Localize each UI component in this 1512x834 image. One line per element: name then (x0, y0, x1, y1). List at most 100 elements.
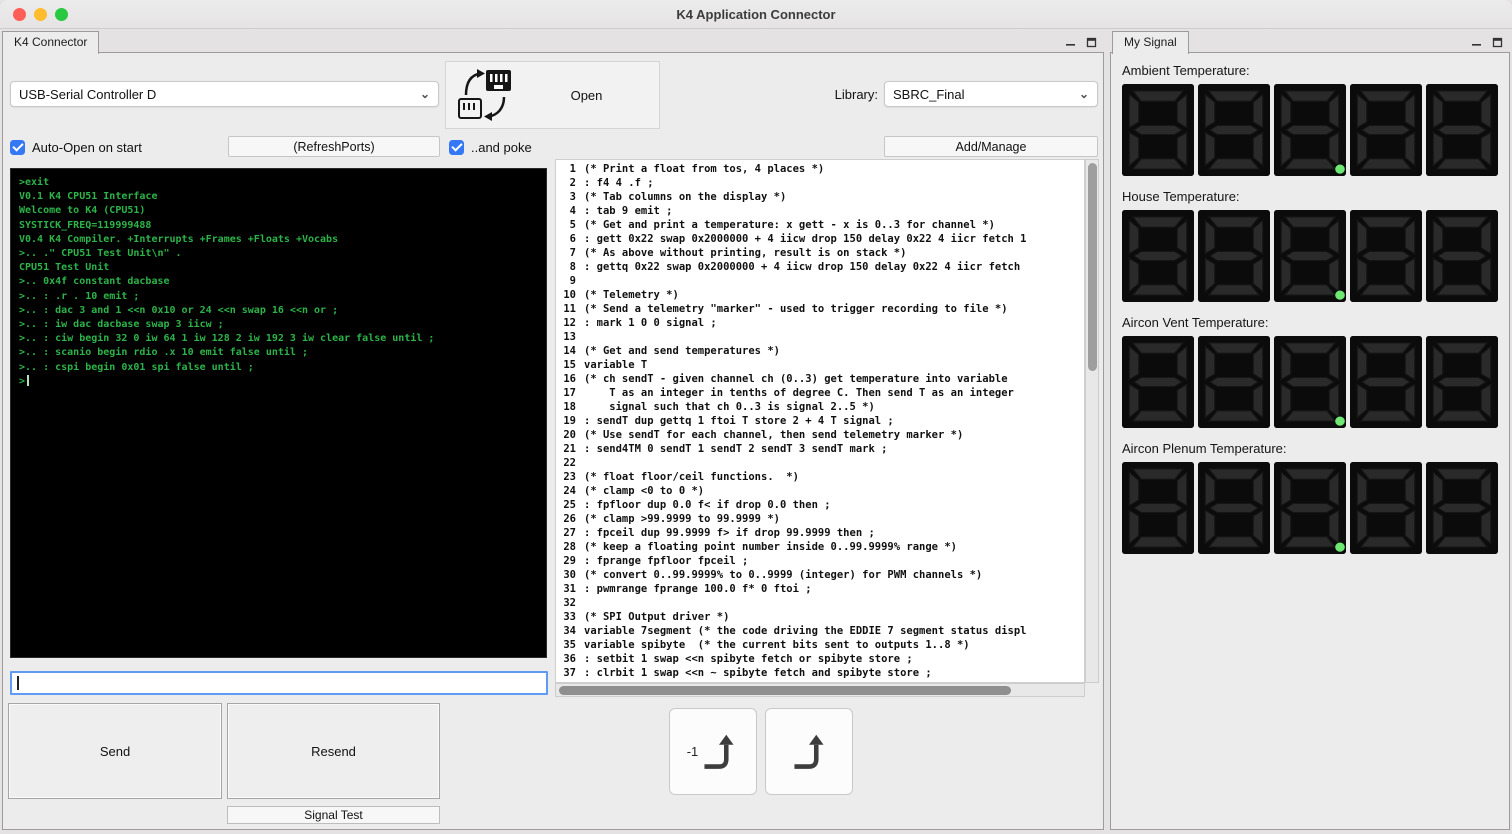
add-manage-button[interactable]: Add/Manage (884, 136, 1098, 157)
terminal-line: SYSTICK_FREQ=119999488 (19, 219, 152, 231)
code-line: 29: fprange fpfloor fpceil ; (556, 554, 1084, 568)
line-number: 16 (563, 373, 576, 385)
code-editor-lines: 1 (* Print a float from tos, 4 places *) 2… (556, 162, 1084, 680)
line-text: (* keep a floating point number inside 0… (584, 541, 957, 553)
line-text: (* ch sendT - given channel ch (0..3) ge… (584, 373, 1008, 385)
line-text: : send4TM 0 sendT 1 sendT 2 sendT 3 send… (584, 443, 888, 455)
line-text: (* Get and send temperatures *) (584, 345, 780, 357)
code-line: 10 (* Telemetry *) (556, 288, 1084, 302)
code-line: 7 (* As above without printing, result is… (556, 246, 1084, 260)
window-title: K4 Application Connector (676, 6, 836, 22)
line-number: 33 (563, 611, 576, 623)
seven-segment-digit (1274, 462, 1346, 554)
line-number: 35 (563, 639, 576, 651)
signal-group: Aircon Plenum Temperature: (1122, 442, 1498, 554)
code-line: 37: clrbit 1 swap <<n ~ spibyte fetch an… (556, 666, 1084, 680)
signal-group-label: House Temperature: (1122, 189, 1240, 204)
code-line: 19: sendT dup gettq 1 ftoi T store 2 + 4… (556, 414, 1084, 428)
panel-minimize-icon[interactable] (1064, 36, 1076, 48)
seven-segment-digit (1274, 210, 1346, 302)
line-text: : pwmrange fprange 100.0 f* 0 ftoi ; (584, 583, 812, 595)
line-number: 10 (563, 289, 576, 301)
terminal-line: >.. : iw dac dacbase swap 3 iicw ; (19, 319, 224, 331)
line-number: 32 (563, 597, 576, 609)
open-button[interactable]: Open (445, 61, 660, 129)
seven-segment-digit (1198, 462, 1270, 554)
line-number: 7 (569, 247, 576, 259)
send-previous-button[interactable]: -1 (669, 708, 757, 795)
zoom-window-button[interactable] (55, 8, 68, 21)
line-text: : f4 4 .f ; (584, 177, 654, 189)
terminal-line: >.. : .r . 10 emit ; (19, 290, 140, 302)
open-button-label: Open (570, 87, 603, 103)
code-line: 14 (* Get and send temperatures *) (556, 344, 1084, 358)
library-select[interactable]: SBRC_Final ⌄ (884, 81, 1098, 107)
panel-maximize-icon[interactable] (1085, 36, 1097, 48)
seven-segment-digit (1426, 336, 1498, 428)
line-text: (* float floor/ceil functions. *) (584, 471, 799, 483)
line-number: 34 (563, 625, 576, 637)
terminal-output[interactable]: >exit V0.1 K4 CPU51 Interface Welcome to K… (10, 168, 547, 658)
seven-segment-digit (1122, 210, 1194, 302)
line-number: 26 (563, 513, 576, 525)
library-label: Library: (834, 87, 878, 102)
send-button[interactable]: Send (8, 703, 222, 799)
titlebar: K4 Application Connector (0, 0, 1512, 29)
editor-horizontal-scrollbar[interactable] (555, 683, 1085, 697)
seven-segment-digit (1198, 336, 1270, 428)
port-select[interactable]: USB-Serial Controller D ⌄ (10, 81, 439, 107)
seven-segment-digit (1122, 462, 1194, 554)
tab-k4-connector[interactable]: K4 Connector (2, 31, 100, 54)
seven-segment-digit (1198, 84, 1270, 176)
line-number: 9 (569, 275, 576, 287)
command-input[interactable] (10, 671, 548, 695)
signal-group: House Temperature: (1122, 190, 1498, 302)
line-text: variable spibyte (* the current bits sen… (584, 639, 970, 651)
signal-test-button[interactable]: Signal Test (227, 806, 440, 824)
and-poke-label: ..and poke (471, 139, 532, 155)
panel-controls (1064, 36, 1097, 48)
code-editor[interactable]: 1 (* Print a float from tos, 4 places *) 2… (555, 159, 1085, 683)
resend-button[interactable]: Resend (227, 703, 440, 799)
refresh-ports-button[interactable]: (RefreshPorts) (228, 136, 440, 157)
terminal-line: >.. : scanio begin rdio .x 10 emit false… (19, 347, 308, 359)
terminal-line: CPU51 Test Unit (19, 262, 110, 274)
editor-vertical-scrollbar[interactable] (1085, 159, 1099, 683)
code-line: 32 (556, 596, 1084, 610)
line-text: : mark 1 0 0 signal ; (584, 317, 717, 329)
k4-connector-panel: K4 Connector USB-Serial Controller D ⌄ O… (2, 31, 1104, 830)
line-number: 8 (569, 261, 576, 273)
line-text: : gettq 0x22 swap 0x2000000 + 4 iicw dro… (584, 261, 1021, 273)
line-text: : sendT dup gettq 1 ftoi T store 2 + 4 T… (584, 415, 894, 427)
line-number: 28 (563, 541, 576, 553)
and-poke-checkbox[interactable]: ..and poke (449, 138, 532, 156)
panel-minimize-icon[interactable] (1470, 36, 1482, 48)
tab-my-signal[interactable]: My Signal (1112, 31, 1189, 54)
send-current-button[interactable] (765, 708, 853, 795)
seven-segment-digit (1122, 336, 1194, 428)
line-number: 1 (569, 163, 576, 175)
scrollbar-thumb[interactable] (1087, 163, 1097, 371)
line-number: 22 (563, 457, 576, 469)
line-number: 29 (563, 555, 576, 567)
close-window-button[interactable] (13, 8, 26, 21)
minimize-window-button[interactable] (34, 8, 47, 21)
line-number: 2 (569, 177, 576, 189)
terminal-line: Welcome to K4 (CPU51) (19, 205, 146, 217)
auto-open-checkbox[interactable]: Auto-Open on start (10, 138, 142, 156)
scrollbar-thumb[interactable] (559, 685, 1011, 695)
line-number: 30 (563, 569, 576, 581)
terminal-cursor (27, 374, 30, 386)
panel-maximize-icon[interactable] (1491, 36, 1503, 48)
code-line: 18 signal such that ch 0..3 is signal 2.… (556, 400, 1084, 414)
line-text: (* clamp >99.9999 to 99.9999 *) (584, 513, 780, 525)
line-text: T as an integer in tenths of degree C. T… (584, 387, 1014, 399)
seven-segment-display (1122, 210, 1498, 302)
code-line: 23 (* float floor/ceil functions. *) (556, 470, 1084, 484)
line-text: (* As above without printing, result is … (584, 247, 907, 259)
line-number: 25 (563, 499, 576, 511)
line-number: 5 (569, 219, 576, 231)
line-text: : tab 9 emit ; (584, 205, 673, 217)
line-text: (* convert 0..99.9999% to 0..9999 (integ… (584, 569, 983, 581)
line-text: : clrbit 1 swap <<n ~ spibyte fetch and … (584, 667, 932, 679)
